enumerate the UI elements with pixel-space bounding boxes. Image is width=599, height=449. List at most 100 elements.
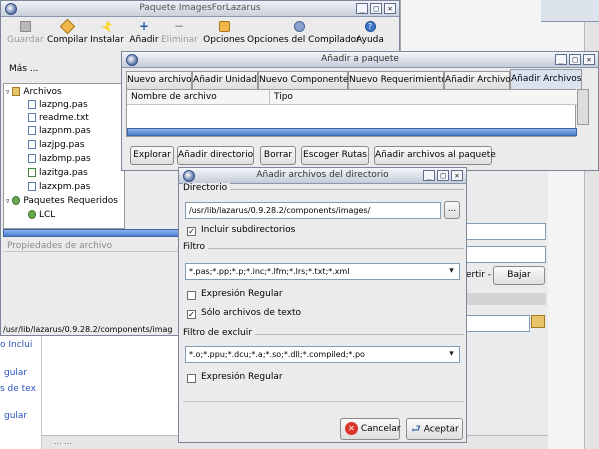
filtro-label: Filtro bbox=[183, 242, 209, 252]
incluir-sub-label: Incluir subdirectorios bbox=[201, 225, 296, 235]
help-icon: ? bbox=[364, 21, 376, 32]
directorio-label: Directorio bbox=[183, 183, 231, 193]
expresion-regular-excluir-checkbox[interactable] bbox=[187, 374, 196, 383]
background-fragment: o Inclui bbox=[0, 340, 33, 350]
chevron-down-icon[interactable]: ▾ bbox=[447, 266, 456, 277]
compilar-button[interactable]: Compilar bbox=[47, 18, 88, 57]
tree-file[interactable]: lazjpg.pas bbox=[28, 139, 84, 152]
mas-label[interactable]: Más ... bbox=[9, 64, 38, 74]
tree-requeridos[interactable]: ▿ Paquetes Requeridos bbox=[6, 195, 118, 208]
add-window-title: Añadir a paquete bbox=[321, 54, 399, 64]
solo-texto-checkbox[interactable]: ✓ bbox=[187, 310, 196, 319]
guardar-button[interactable]: Guardar bbox=[7, 21, 44, 57]
tree-file-label: readme.txt bbox=[39, 113, 89, 123]
open-folder-icon[interactable] bbox=[531, 315, 545, 328]
maximize-button[interactable]: □ bbox=[569, 54, 581, 65]
instalar-label: Instalar bbox=[90, 35, 124, 45]
txt-file-icon bbox=[28, 113, 36, 122]
anadir-archivos-paquete-button[interactable]: Añadir archivos al paquete bbox=[374, 146, 496, 165]
tree-file[interactable]: readme.txt bbox=[28, 112, 89, 125]
compile-icon bbox=[59, 18, 75, 35]
pas-file-icon bbox=[28, 100, 36, 109]
files-hscrollbar[interactable] bbox=[127, 128, 577, 136]
compilar-label: Compilar bbox=[47, 35, 88, 45]
tab-anadir-archivo[interactable]: Añadir Archivo bbox=[444, 71, 511, 89]
dir-dialog: Añadir archivos del directorio _ □ ✕ Dir… bbox=[178, 167, 467, 443]
aceptar-label: Aceptar bbox=[423, 424, 459, 435]
guardar-label: Guardar bbox=[7, 35, 44, 45]
close-button[interactable]: ✕ bbox=[451, 170, 463, 181]
tree-lcl[interactable]: LCL bbox=[28, 209, 55, 222]
anadir-label: Añadir bbox=[129, 35, 159, 45]
close-button[interactable]: ✕ bbox=[384, 3, 396, 14]
status-path-field: /usr/lib/lazarus/0.9.28.2/components/ima… bbox=[3, 325, 181, 337]
browse-button[interactable]: ... bbox=[444, 201, 460, 219]
tree-file[interactable]: lazitga.pas bbox=[28, 167, 88, 180]
tab-nuevo-archivo[interactable]: Nuevo archivo bbox=[126, 71, 192, 89]
cancelar-label: Cancelar bbox=[360, 424, 401, 434]
files-vscrollbar[interactable] bbox=[577, 89, 589, 125]
tree-file[interactable]: lazbmp.pas bbox=[28, 153, 91, 166]
accept-arrow-icon: ⮐ bbox=[411, 422, 421, 435]
background-left-pane: o Inclui gular s de tex gular bbox=[0, 336, 42, 449]
borrar-button[interactable]: Borrar bbox=[260, 146, 296, 165]
bajar-button[interactable]: Bajar bbox=[493, 266, 545, 285]
minimize-button[interactable]: _ bbox=[555, 54, 567, 65]
background-ertir-label: ertir - bbox=[466, 270, 492, 280]
anadir-directorio-button[interactable]: Añadir directorio bbox=[177, 146, 254, 165]
cancel-icon: ✕ bbox=[345, 422, 358, 435]
tree-file-label: lazxpm.pas bbox=[39, 182, 91, 192]
escoger-rutas-button[interactable]: Escoger Rutas bbox=[301, 146, 369, 165]
opciones-label: Opciones bbox=[203, 35, 245, 45]
background-field bbox=[466, 315, 530, 332]
expresion-regular-checkbox[interactable] bbox=[187, 291, 196, 300]
background-bar bbox=[466, 293, 546, 305]
props-panel bbox=[3, 251, 181, 321]
background-field bbox=[466, 223, 546, 240]
collapse-icon[interactable]: ▿ bbox=[6, 88, 10, 96]
tree-file-label: lazitga.pas bbox=[39, 168, 88, 178]
tab-anadir-unidad[interactable]: Añadir Unidad bbox=[192, 71, 258, 89]
excluir-combo[interactable]: *.o;*.ppu;*.dcu;*.a;*.so;*.dll;*.compile… bbox=[185, 346, 460, 363]
folder-icon bbox=[12, 87, 21, 96]
tree-file[interactable]: lazpnm.pas bbox=[28, 125, 91, 138]
dir-dialog-titlebar[interactable]: Añadir archivos del directorio _ □ ✕ bbox=[179, 168, 466, 184]
chevron-down-icon[interactable]: ▾ bbox=[447, 349, 456, 360]
opciones-compilador-label: Opciones del Compilador bbox=[247, 35, 360, 45]
cancelar-button[interactable]: ✕ Cancelar bbox=[340, 418, 401, 440]
instalar-button[interactable]: Instalar bbox=[89, 21, 125, 57]
tree-lcl-label: LCL bbox=[39, 210, 56, 220]
pas-file-icon bbox=[28, 182, 36, 191]
tab-nuevo-requerimiento[interactable]: Nuevo Requerimiento bbox=[348, 71, 447, 89]
close-button[interactable]: ✕ bbox=[583, 54, 595, 65]
maximize-button[interactable]: □ bbox=[370, 3, 382, 14]
background-bottom-text: ... ... bbox=[54, 437, 72, 446]
minimize-button[interactable]: _ bbox=[356, 3, 368, 14]
tree-file-label: lazjpg.pas bbox=[39, 140, 85, 150]
minimize-button[interactable]: _ bbox=[423, 170, 435, 181]
add-window-titlebar[interactable]: Añadir a paquete _ □ ✕ bbox=[122, 52, 598, 68]
ayuda-label: Ayuda bbox=[356, 35, 384, 45]
column-header-nombre[interactable]: Nombre de archivo bbox=[127, 90, 270, 105]
incluir-sub-checkbox[interactable]: ✓ bbox=[187, 227, 196, 236]
pas-file-icon bbox=[28, 154, 36, 163]
aceptar-button[interactable]: ⮐ Aceptar bbox=[406, 418, 463, 440]
solo-texto-label: Sólo archivos de texto bbox=[201, 308, 302, 318]
maximize-button[interactable]: □ bbox=[437, 170, 449, 181]
tree-file[interactable]: lazxpm.pas bbox=[28, 181, 90, 194]
tree-file[interactable]: lazpng.pas bbox=[28, 99, 88, 112]
tree-hscrollbar[interactable] bbox=[3, 229, 181, 237]
package-window-titlebar[interactable]: Paquete ImagesForLazarus _ □ ✕ bbox=[1, 1, 399, 17]
file-tree: ▿ Archivos lazpng.pas readme.txt lazpnm.… bbox=[3, 83, 125, 229]
column-header-tipo[interactable]: Tipo bbox=[270, 90, 577, 105]
tree-archivos[interactable]: ▿ Archivos bbox=[6, 86, 62, 99]
explorar-button[interactable]: Explorar bbox=[130, 146, 174, 165]
filtro-combo[interactable]: *.pas;*.pp;*.p;*.inc;*.lfm;*.lrs;*.txt;*… bbox=[185, 263, 460, 280]
tab-nuevo-componente[interactable]: Nuevo Componente bbox=[258, 71, 348, 89]
add-to-package-window: Añadir a paquete _ □ ✕ Nuevo archivo Aña… bbox=[121, 51, 599, 171]
add-icon: + bbox=[138, 19, 150, 33]
package-icon bbox=[28, 210, 36, 219]
tab-anadir-archivos[interactable]: Añadir Archivos bbox=[510, 69, 582, 89]
directorio-input[interactable]: /usr/lib/lazarus/0.9.28.2/components/ima… bbox=[185, 202, 441, 219]
collapse-icon[interactable]: ▿ bbox=[6, 197, 10, 205]
